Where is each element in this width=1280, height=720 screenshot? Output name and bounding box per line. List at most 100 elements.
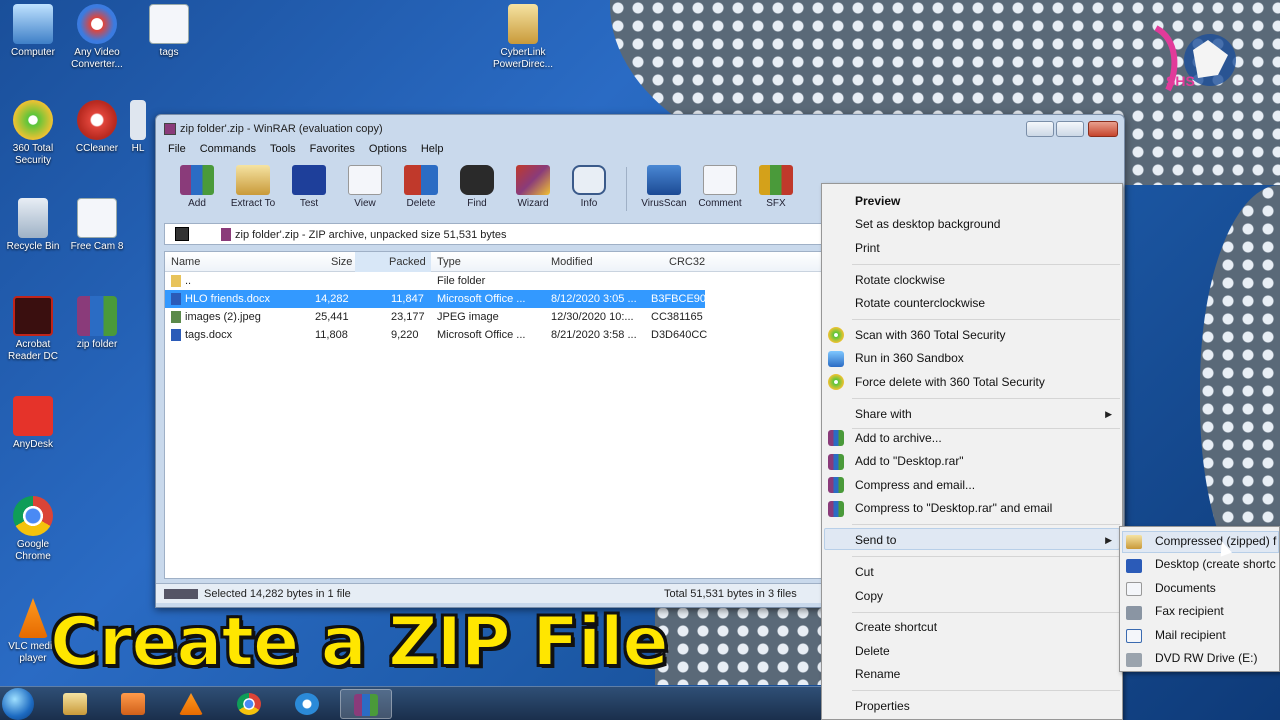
add-button[interactable]: Add xyxy=(172,163,222,215)
column-name[interactable]: Name xyxy=(171,256,200,268)
desktop-icon-acrobat[interactable]: Acrobat Reader DC xyxy=(0,296,66,363)
virusscan-button[interactable]: VirusScan xyxy=(639,163,689,215)
menu-item-rename[interactable]: Rename xyxy=(855,667,900,681)
extract-to-button[interactable]: Extract To xyxy=(228,163,278,215)
menu-item-add-to-archive[interactable]: Add to archive... xyxy=(855,431,942,445)
test-button[interactable]: Test xyxy=(284,163,334,215)
extract-folder-icon xyxy=(236,165,270,195)
desktop-icon-ccleaner[interactable]: CCleaner xyxy=(64,100,130,155)
menu-item-create-shortcut[interactable]: Create shortcut xyxy=(855,620,937,634)
status-bar: Selected 14,282 bytes in 1 file Total 51… xyxy=(156,583,822,603)
desktop-icon-cyberlink[interactable]: CyberLink PowerDirec... xyxy=(490,4,556,71)
table-row-selected[interactable]: HLO friends.docx 14,282 11,847 Microsoft… xyxy=(165,290,707,308)
info-button[interactable]: Info xyxy=(564,163,614,215)
tool-label: Comment xyxy=(698,198,742,209)
recycle-bin-icon xyxy=(18,198,48,238)
taskbar-vlc[interactable] xyxy=(166,689,218,719)
menu-commands[interactable]: Commands xyxy=(200,143,256,161)
maximize-button[interactable] xyxy=(1056,121,1084,137)
menu-item-add-to-desktop-rar[interactable]: Add to "Desktop.rar" xyxy=(855,454,964,468)
menu-item-share-with[interactable]: Share with xyxy=(855,407,912,421)
taskbar-explorer[interactable] xyxy=(50,689,102,719)
title-bar[interactable]: zip folder'.zip - WinRAR (evaluation cop… xyxy=(156,115,1124,143)
menu-item-compress-and-email[interactable]: Compress and email... xyxy=(855,478,975,492)
send-to-documents[interactable]: Documents xyxy=(1155,581,1216,595)
send-to-fax-recipient[interactable]: Fax recipient xyxy=(1155,604,1224,618)
column-type[interactable]: Type xyxy=(437,256,461,268)
desktop-icon-free-cam[interactable]: Free Cam 8 xyxy=(64,198,130,253)
desktop-icon-tags[interactable]: tags xyxy=(136,4,202,59)
cell-crc: D3D640CC xyxy=(651,329,708,341)
desktop-icon-chrome[interactable]: Google Chrome xyxy=(0,496,66,563)
winrar-icon xyxy=(828,501,844,517)
desktop-icon-any-video-converter[interactable]: Any Video Converter... xyxy=(64,4,130,71)
menu-item-compress-to-desktop-rar-email[interactable]: Compress to "Desktop.rar" and email xyxy=(855,501,1052,515)
comment-button[interactable]: Comment xyxy=(695,163,745,215)
menu-item-print[interactable]: Print xyxy=(855,241,880,255)
sfx-button[interactable]: SFX xyxy=(751,163,801,215)
column-modified[interactable]: Modified xyxy=(551,256,593,268)
send-to-compressed-folder[interactable]: Compressed (zipped) f xyxy=(1155,534,1276,548)
menu-separator xyxy=(852,556,1120,557)
menu-item-properties[interactable]: Properties xyxy=(855,699,910,713)
column-size[interactable]: Size xyxy=(331,256,352,268)
wizard-icon xyxy=(516,165,550,195)
view-button[interactable]: View xyxy=(340,163,390,215)
file-list[interactable]: Name Size Packed Type Modified CRC32 .. … xyxy=(164,251,822,579)
send-to-desktop[interactable]: Desktop (create shortc xyxy=(1155,557,1276,571)
menu-item-run-sandbox[interactable]: Run in 360 Sandbox xyxy=(855,351,964,365)
tool-label: View xyxy=(354,198,376,209)
menu-item-scan-360[interactable]: Scan with 360 Total Security xyxy=(855,328,1006,342)
desktop-icon-partial[interactable]: HL xyxy=(128,100,148,155)
desktop-icon-anydesk[interactable]: AnyDesk xyxy=(0,396,66,451)
context-menu: Preview Set as desktop background Print … xyxy=(821,183,1123,720)
menu-tools[interactable]: Tools xyxy=(270,143,296,161)
table-row[interactable]: tags.docx 11,808 9,220 Microsoft Office … xyxy=(165,326,821,344)
wizard-button[interactable]: Wizard xyxy=(508,163,558,215)
minimize-button[interactable] xyxy=(1026,121,1054,137)
table-row[interactable]: images (2).jpeg 25,441 23,177 JPEG image… xyxy=(165,308,821,326)
cell-crc: B3FBCE90 xyxy=(651,293,707,305)
menu-item-send-to[interactable]: Send to xyxy=(855,533,896,547)
taskbar-chrome[interactable] xyxy=(224,689,276,719)
word-document-icon xyxy=(171,293,181,305)
desktop-icon-computer[interactable]: Computer xyxy=(0,4,66,59)
menu-item-set-desktop-background[interactable]: Set as desktop background xyxy=(855,217,1000,231)
internet-explorer-icon xyxy=(295,693,319,715)
desktop-icon-label: tags xyxy=(159,47,179,58)
address-bar[interactable]: zip folder'.zip - ZIP archive, unpacked … xyxy=(164,223,822,245)
send-to-dvd-drive[interactable]: DVD RW Drive (E:) xyxy=(1155,651,1257,665)
menu-item-force-delete-360[interactable]: Force delete with 360 Total Security xyxy=(855,375,1045,389)
desktop-icon-label: Any Video Converter... xyxy=(71,47,123,70)
menu-item-rotate-counterclockwise[interactable]: Rotate counterclockwise xyxy=(855,296,985,310)
menu-bar: File Commands Tools Favorites Options He… xyxy=(162,143,443,161)
taskbar-media[interactable] xyxy=(108,689,160,719)
taskbar-winrar[interactable] xyxy=(340,689,392,719)
desktop-icon-360-total-security[interactable]: 360 Total Security xyxy=(0,100,66,167)
close-button[interactable] xyxy=(1088,121,1118,137)
cell-size: 14,282 xyxy=(315,293,349,305)
table-row[interactable]: .. File folder xyxy=(165,272,821,290)
cell-type: Microsoft Office ... xyxy=(437,293,526,305)
up-folder-icon[interactable] xyxy=(175,227,189,241)
start-button[interactable] xyxy=(2,688,34,720)
menu-item-rotate-clockwise[interactable]: Rotate clockwise xyxy=(855,273,945,287)
column-packed[interactable]: Packed xyxy=(389,256,426,268)
desktop-icon-recycle-bin[interactable]: Recycle Bin xyxy=(0,198,66,253)
menu-options[interactable]: Options xyxy=(369,143,407,161)
menu-item-preview[interactable]: Preview xyxy=(855,194,900,208)
menu-item-delete[interactable]: Delete xyxy=(855,644,890,658)
menu-file[interactable]: File xyxy=(168,143,186,161)
desktop-icon-label: Google Chrome xyxy=(15,539,51,562)
desktop-icon-zip-folder[interactable]: zip folder xyxy=(64,296,130,351)
menu-item-copy[interactable]: Copy xyxy=(855,589,883,603)
menu-item-cut[interactable]: Cut xyxy=(855,565,874,579)
taskbar-internet-explorer[interactable] xyxy=(282,689,334,719)
find-button[interactable]: Find xyxy=(452,163,502,215)
delete-button[interactable]: Delete xyxy=(396,163,446,215)
send-to-mail-recipient[interactable]: Mail recipient xyxy=(1155,628,1226,642)
tool-label: Add xyxy=(188,198,206,209)
column-crc32[interactable]: CRC32 xyxy=(669,256,705,268)
menu-help[interactable]: Help xyxy=(421,143,444,161)
menu-favorites[interactable]: Favorites xyxy=(310,143,355,161)
